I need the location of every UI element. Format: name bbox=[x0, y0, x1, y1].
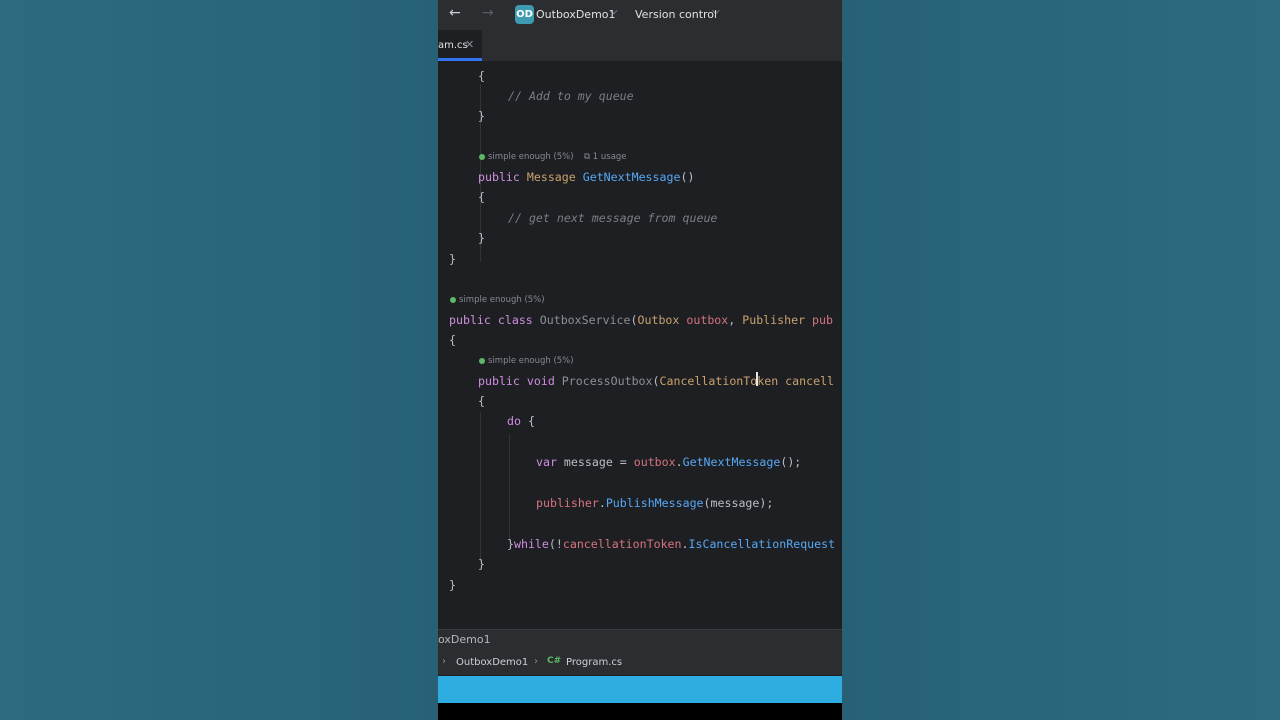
method-name[interactable]: GetNextMessage bbox=[683, 455, 781, 469]
keyword: class bbox=[497, 313, 533, 327]
active-tab-indicator bbox=[438, 58, 482, 61]
code-line: public void ProcessOutbox(CancellationTo… bbox=[478, 374, 834, 388]
code-comment: // Add to my queue bbox=[508, 89, 634, 103]
project-badge[interactable]: OD bbox=[515, 5, 534, 24]
taskbar bbox=[438, 676, 842, 703]
version-control-menu[interactable]: Version control bbox=[635, 8, 717, 21]
breadcrumb-file[interactable]: Program.cs bbox=[566, 657, 622, 668]
background-right bbox=[842, 0, 1280, 720]
code-line: { bbox=[449, 333, 456, 347]
code-line: } bbox=[449, 578, 456, 592]
method-name[interactable]: GetNextMessage bbox=[583, 170, 681, 184]
code-line: do { bbox=[507, 414, 535, 428]
status-dot-icon bbox=[479, 153, 485, 160]
code-line: { bbox=[478, 394, 485, 408]
keyword: do bbox=[507, 414, 521, 428]
complexity-hint[interactable]: simple enough (5%) bbox=[479, 356, 574, 366]
breadcrumb-project[interactable]: OutboxDemo1 bbox=[456, 657, 528, 668]
status-dot-icon bbox=[479, 357, 485, 364]
keyword: while bbox=[513, 537, 549, 551]
code-comment: // get next message from queue bbox=[508, 211, 718, 225]
punctuation: (! bbox=[548, 537, 563, 551]
bottom-strip bbox=[438, 703, 842, 720]
punctuation: { bbox=[520, 414, 535, 428]
parameter: outbox bbox=[633, 455, 676, 469]
punctuation: ( bbox=[652, 374, 660, 388]
class-name[interactable]: OutboxService bbox=[540, 313, 631, 327]
code-line: public Message GetNextMessage() bbox=[478, 170, 694, 184]
code-line: } bbox=[449, 252, 456, 266]
punctuation: . bbox=[598, 496, 606, 510]
punctuation: (); bbox=[780, 455, 802, 469]
editor-tab-bar: am.cs ✕ bbox=[438, 30, 842, 62]
code-line: { bbox=[478, 69, 485, 83]
keyword: public bbox=[449, 313, 491, 327]
back-arrow-icon[interactable]: ← bbox=[449, 5, 461, 21]
property-name[interactable]: IsCancellationRequest bbox=[689, 537, 836, 551]
code-line: } bbox=[478, 231, 485, 245]
code-line: }while(!cancellationToken.IsCancellation… bbox=[507, 537, 835, 551]
keyword: public bbox=[478, 374, 520, 388]
keyword: public bbox=[478, 170, 520, 184]
punctuation: (message); bbox=[703, 496, 774, 510]
usage-icon: ⧉ bbox=[584, 152, 593, 162]
keyword: var bbox=[536, 455, 557, 469]
status-dot-icon bbox=[450, 296, 456, 303]
tab-label: am.cs bbox=[438, 40, 468, 51]
punctuation: } bbox=[507, 537, 514, 551]
type-name: Publisher bbox=[742, 313, 806, 327]
punctuation: , bbox=[728, 313, 743, 327]
keyword: void bbox=[526, 374, 555, 388]
usage-hint[interactable]: ⧉ 1 usage bbox=[584, 152, 627, 162]
code-line: } bbox=[478, 557, 485, 571]
code-line: public class OutboxService(Outbox outbox… bbox=[449, 313, 833, 327]
usage-text: 1 usage bbox=[592, 152, 627, 162]
text-cursor bbox=[756, 372, 758, 386]
project-status-bar: oxDemo1 bbox=[438, 629, 842, 652]
hint-text: simple enough (5%) bbox=[459, 295, 545, 305]
ide-window: ← → OD OutboxDemo1 ⌵ Version control ⌵ a… bbox=[438, 0, 842, 720]
background-left bbox=[0, 0, 438, 720]
type-name: Outbox bbox=[637, 313, 680, 327]
chevron-right-icon: › bbox=[442, 656, 446, 667]
project-selector[interactable]: OutboxDemo1 bbox=[536, 8, 616, 21]
close-icon[interactable]: ✕ bbox=[465, 38, 474, 51]
code-line: { bbox=[478, 190, 485, 204]
type-name: Message bbox=[526, 170, 576, 184]
code-line: } bbox=[478, 109, 485, 123]
method-name[interactable]: ProcessOutbox bbox=[562, 374, 653, 388]
parameter: publisher bbox=[536, 496, 599, 510]
complexity-hint[interactable]: simple enough (5%) bbox=[450, 295, 545, 305]
chevron-right-icon: › bbox=[534, 656, 538, 667]
csharp-file-icon: C# bbox=[547, 656, 562, 666]
breadcrumb: › OutboxDemo1 › C# Program.cs bbox=[438, 651, 842, 675]
punctuation: () bbox=[680, 170, 695, 184]
method-name[interactable]: PublishMessage bbox=[606, 496, 704, 510]
hint-text: simple enough (5%) bbox=[488, 152, 574, 162]
code-line: var message = outbox.GetNextMessage(); bbox=[536, 455, 801, 469]
parameter: cancell bbox=[785, 374, 835, 388]
project-label[interactable]: oxDemo1 bbox=[438, 633, 491, 646]
punctuation: . bbox=[675, 455, 683, 469]
variable: message = bbox=[556, 455, 634, 469]
tab-program-cs[interactable]: am.cs ✕ bbox=[438, 30, 482, 61]
code-editor[interactable]: { // Add to my queue } simple enough (5%… bbox=[438, 62, 842, 628]
hint-text: simple enough (5%) bbox=[488, 356, 574, 366]
chevron-down-icon[interactable]: ⌵ bbox=[712, 6, 720, 17]
parameter: pub bbox=[812, 313, 833, 327]
parameter: cancellationToken bbox=[562, 537, 682, 551]
punctuation: . bbox=[681, 537, 689, 551]
type-name: CancellationToken bbox=[659, 374, 779, 388]
forward-arrow-icon[interactable]: → bbox=[482, 5, 494, 21]
indent-guide bbox=[480, 412, 481, 562]
punctuation: ( bbox=[630, 313, 638, 327]
title-bar: ← → OD OutboxDemo1 ⌵ Version control ⌵ bbox=[438, 0, 842, 30]
indent-guide bbox=[509, 434, 510, 540]
chevron-down-icon[interactable]: ⌵ bbox=[610, 6, 618, 17]
parameter: outbox bbox=[686, 313, 729, 327]
complexity-hint[interactable]: simple enough (5%) bbox=[479, 152, 574, 162]
code-line: publisher.PublishMessage(message); bbox=[536, 496, 773, 510]
